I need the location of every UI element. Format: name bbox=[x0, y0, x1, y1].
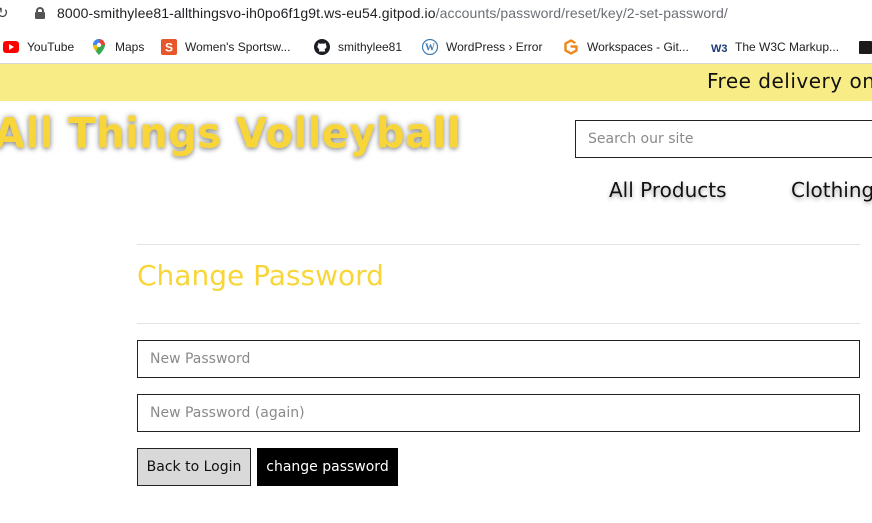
maps-pin-icon bbox=[91, 39, 107, 55]
nav-clothing[interactable]: Clothing bbox=[791, 178, 872, 202]
reload-icon[interactable]: ↻ bbox=[0, 4, 9, 22]
bookmark-label: Women's Sportsw... bbox=[185, 40, 291, 54]
url-path: /accounts/password/reset/key/2-set-passw… bbox=[435, 5, 728, 21]
bookmarks-bar: YouTube Maps S Women's Sportsw... smithy… bbox=[0, 35, 872, 59]
bookmark-w3c-markup[interactable]: W3 The W3C Markup... bbox=[711, 39, 839, 55]
gitpod-icon bbox=[563, 39, 579, 55]
new-password-again-field[interactable] bbox=[137, 394, 860, 432]
bookmark-label: Maps bbox=[115, 40, 145, 54]
youtube-icon bbox=[3, 39, 19, 55]
other-bookmarks-icon[interactable] bbox=[859, 41, 872, 54]
site-logo[interactable]: All Things Volleyball bbox=[0, 110, 461, 158]
bookmark-label: smithylee81 bbox=[338, 40, 403, 54]
nav-all-products[interactable]: All Products bbox=[609, 178, 727, 202]
search-input[interactable] bbox=[575, 120, 872, 158]
bookmark-label: YouTube bbox=[27, 40, 75, 54]
svg-text:W: W bbox=[425, 43, 435, 54]
svg-text:S: S bbox=[165, 41, 173, 55]
bookmark-label: WordPress › Error bbox=[446, 40, 543, 54]
bookmark-womens-sportswear[interactable]: S Women's Sportsw... bbox=[161, 39, 290, 55]
bookmark-gitpod-workspaces[interactable]: Workspaces - Git... bbox=[563, 39, 689, 55]
back-to-login-button[interactable]: Back to Login bbox=[137, 448, 251, 486]
bookmark-maps[interactable]: Maps bbox=[91, 39, 144, 55]
new-password-field[interactable] bbox=[137, 340, 860, 378]
bookmark-github[interactable]: smithylee81 bbox=[314, 39, 402, 55]
delivery-banner: Free delivery on bbox=[0, 64, 872, 101]
address-bar[interactable]: ↻ 8000-smithylee81-allthingsvo-ih0po6f1g… bbox=[0, 0, 872, 28]
delivery-banner-text: Free delivery on bbox=[707, 69, 872, 93]
bookmark-wordpress[interactable]: W WordPress › Error bbox=[422, 39, 542, 55]
divider-top bbox=[137, 244, 860, 245]
bookmark-label: Workspaces - Git... bbox=[587, 40, 689, 54]
wordpress-icon: W bbox=[422, 39, 438, 55]
change-password-button[interactable]: change password bbox=[257, 448, 398, 486]
url-text[interactable]: 8000-smithylee81-allthingsvo-ih0po6f1g9t… bbox=[57, 5, 728, 21]
sportswear-s-icon: S bbox=[161, 39, 177, 55]
lock-icon[interactable] bbox=[35, 7, 45, 19]
w3c-icon: W3 bbox=[711, 39, 727, 55]
divider-bottom bbox=[137, 323, 860, 324]
url-host: 8000-smithylee81-allthingsvo-ih0po6f1g9t… bbox=[57, 5, 436, 21]
bookmark-label: The W3C Markup... bbox=[735, 40, 840, 54]
github-icon bbox=[314, 39, 330, 55]
svg-text:W3: W3 bbox=[711, 43, 727, 53]
bookmark-youtube[interactable]: YouTube bbox=[3, 39, 74, 55]
page-title: Change Password bbox=[137, 259, 384, 292]
